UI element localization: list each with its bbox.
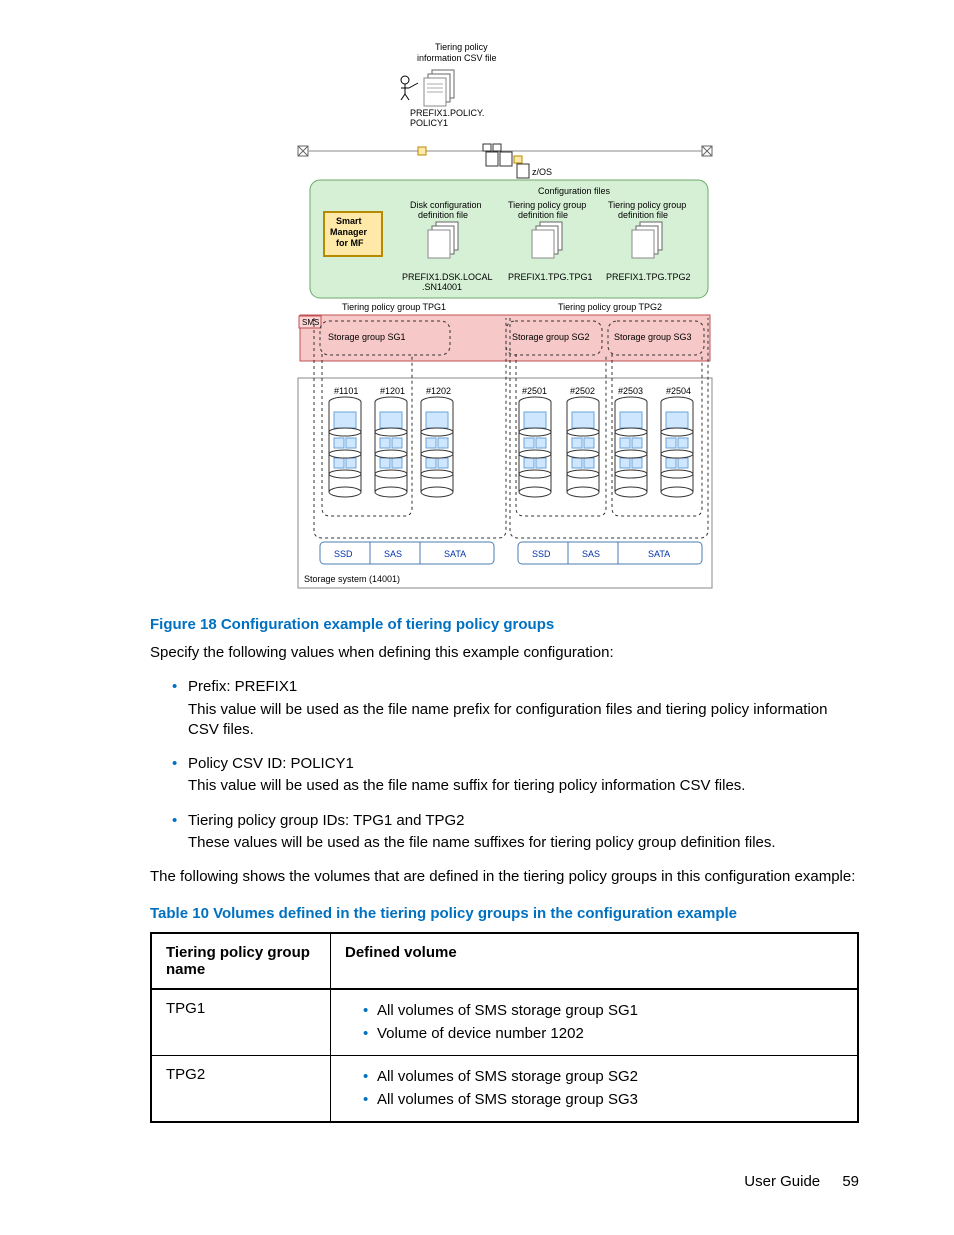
cell-name: TPG1 [151, 989, 331, 1056]
table-row: TPG2 All volumes of SMS storage group SG… [151, 1056, 858, 1123]
table-row: TPG1 All volumes of SMS storage group SG… [151, 989, 858, 1056]
d-label: definition file [618, 210, 668, 220]
d-label: POLICY1 [410, 118, 448, 128]
footer-guide: User Guide [744, 1173, 820, 1190]
d-label: #1201 [380, 386, 405, 396]
d-label: #2504 [666, 386, 691, 396]
cell-name: TPG2 [151, 1056, 331, 1123]
d-label: Smart [336, 216, 362, 226]
list-item-head: Tiering policy group IDs: TPG1 and TPG2 [188, 812, 465, 829]
d-label: PREFIX1.TPG.TPG1 [508, 272, 593, 282]
d-label: Manager [330, 227, 368, 237]
d-label: Storage group SG2 [512, 332, 590, 342]
d-label: Tiering policy group [608, 200, 686, 210]
d-label: PREFIX1.DSK.LOCAL [402, 272, 493, 282]
d-label: #2503 [618, 386, 643, 396]
table-header: Defined volume [331, 933, 859, 989]
d-label: .SN14001 [422, 282, 462, 292]
d-label: Tiering policy group TPG1 [342, 302, 446, 312]
cell-list-item: All volumes of SMS storage group SG1 [363, 1000, 843, 1023]
d-label: #2502 [570, 386, 595, 396]
d-label: PREFIX1.TPG.TPG2 [606, 272, 691, 282]
list-item: Policy CSV ID: POLICY1 This value will b… [172, 754, 859, 797]
d-label: SSD [532, 549, 551, 559]
d-label: definition file [518, 210, 568, 220]
table-header: Tiering policy group name [151, 933, 331, 989]
list-item: Tiering policy group IDs: TPG1 and TPG2 … [172, 811, 859, 854]
cell-volumes: All volumes of SMS storage group SG1 Vol… [331, 989, 859, 1056]
figure-diagram: Tiering policy information CSV file PREF… [150, 40, 859, 598]
volumes-table: Tiering policy group name Defined volume… [150, 932, 859, 1123]
list-item-sub: These values will be used as the file na… [188, 833, 859, 853]
person-icon [401, 76, 418, 100]
d-label: Configuration files [538, 186, 611, 196]
d-label: Disk configuration [410, 200, 482, 210]
d-label: definition file [418, 210, 468, 220]
d-label: Storage group SG3 [614, 332, 692, 342]
table-caption: Table 10 Volumes defined in the tiering … [150, 905, 859, 922]
d-label: SATA [648, 549, 670, 559]
config-values-list: Prefix: PREFIX1 This value will be used … [150, 677, 859, 853]
d-label: Storage system (14001) [304, 574, 400, 584]
d-label: #2501 [522, 386, 547, 396]
cell-list-item: All volumes of SMS storage group SG3 [363, 1089, 843, 1112]
list-item-head: Prefix: PREFIX1 [188, 678, 297, 695]
d-label: SMS [302, 318, 319, 327]
d-label: information CSV file [417, 53, 497, 63]
d-label: z/OS [532, 167, 552, 177]
d-label: SSD [334, 549, 353, 559]
footer-page-number: 59 [842, 1173, 859, 1190]
cell-list-item: Volume of device number 1202 [363, 1023, 843, 1046]
d-label: Tiering policy group [508, 200, 586, 210]
d-label: #1202 [426, 386, 451, 396]
page-footer: User Guide 59 [150, 1173, 859, 1190]
list-item-sub: This value will be used as the file name… [188, 776, 859, 796]
d-label: SAS [384, 549, 402, 559]
between-paragraph: The following shows the volumes that are… [150, 867, 859, 887]
cell-list-item: All volumes of SMS storage group SG2 [363, 1066, 843, 1089]
intro-paragraph: Specify the following values when defini… [150, 643, 859, 663]
d-label: #1101 [334, 386, 358, 396]
d-label: Storage group SG1 [328, 332, 406, 342]
list-item: Prefix: PREFIX1 This value will be used … [172, 677, 859, 740]
figure-caption: Figure 18 Configuration example of tieri… [150, 616, 859, 633]
cell-volumes: All volumes of SMS storage group SG2 All… [331, 1056, 859, 1123]
d-label: PREFIX1.POLICY. [410, 108, 484, 118]
list-item-sub: This value will be used as the file name… [188, 700, 859, 741]
d-label: SATA [444, 549, 466, 559]
d-label: SAS [582, 549, 600, 559]
d-label: Tiering policy group TPG2 [558, 302, 662, 312]
d-label: for MF [336, 238, 364, 248]
d-label: Tiering policy [435, 42, 488, 52]
list-item-head: Policy CSV ID: POLICY1 [188, 755, 354, 772]
